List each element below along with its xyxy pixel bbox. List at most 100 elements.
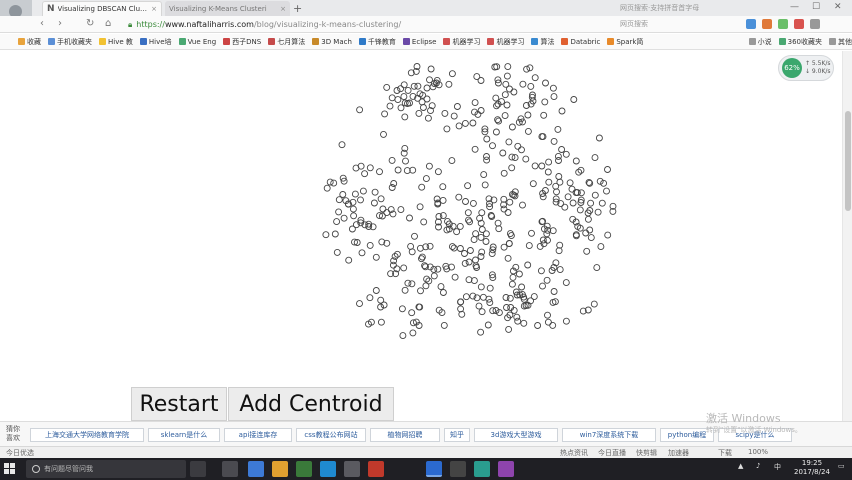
extension-icon[interactable] [762,19,772,29]
maximize-icon[interactable]: ☐ [812,2,820,12]
data-point [377,303,385,311]
status-item[interactable]: 下载 [718,448,732,458]
menu-icon[interactable] [810,19,820,29]
data-point [480,171,488,179]
bookmark-item[interactable]: 西子DNS [223,37,261,47]
bookmark-item[interactable]: 手机收藏夹 [48,37,92,47]
status-left[interactable]: 今日优选 [6,448,34,458]
tab-close-icon[interactable]: × [280,5,286,13]
data-point [390,180,398,187]
back-icon[interactable]: ‹ [40,18,44,29]
suggestion-link[interactable]: win7深度系统下载 [562,428,656,442]
data-point [508,280,516,288]
bookmark-item[interactable]: 机器学习 [487,37,524,47]
activate-windows-hint: 转到"设置"以激活 Windows。 [706,426,802,434]
app-icon[interactable] [450,461,466,477]
bookmark-item[interactable]: 机器学习 [443,37,480,47]
new-tab-button[interactable]: + [293,2,302,15]
data-point [397,206,405,214]
data-point [562,317,570,325]
status-item[interactable]: 热点资讯 [560,448,588,458]
speed-widget[interactable]: 62% ↑ 5.5K/s ↓ 9.0K/s [778,55,834,81]
bookmark-item[interactable]: 七月算法 [268,37,305,47]
windows-start-icon[interactable] [4,463,16,475]
tab-close-icon[interactable]: × [151,5,157,13]
search-box-hint[interactable]: 网页搜索 [620,19,648,29]
home-icon[interactable]: ⌂ [105,18,111,29]
url-field[interactable]: 🔒︎ https://www.naftaliharris.com/blog/vi… [128,18,608,31]
suggestion-link[interactable]: sklearn是什么 [148,428,220,442]
status-item[interactable]: 加速器 [668,448,689,458]
data-point [372,253,380,261]
extension-icon[interactable] [778,19,788,29]
tray-network-icon[interactable]: ▲ [738,462,743,470]
data-point [478,248,486,256]
data-point [486,284,494,292]
suggestion-link[interactable]: 上海交通大学网络教育学院 [30,428,144,442]
forward-icon[interactable]: › [58,18,62,29]
taskbar-clock[interactable]: 19:25 2017/8/24 [794,459,830,477]
suggestion-link[interactable]: api接连库存 [224,428,292,442]
bookmark-label: Hive 教 [108,37,133,46]
bookmark-icon [268,38,276,45]
suggestion-link[interactable]: 知乎 [444,428,470,442]
pycharm-icon[interactable] [474,461,490,477]
tray-volume-icon[interactable]: ♪ [756,462,760,470]
bookmark-item[interactable]: 3D Mach [312,38,352,46]
tray-lang[interactable]: 中 [774,462,781,472]
data-point [576,206,584,214]
reload-icon[interactable]: ↻ [86,18,94,29]
browser-360-icon[interactable] [320,461,336,477]
browser-active-icon[interactable] [426,461,442,477]
bookmark-item[interactable]: Spark简 [607,37,643,47]
restart-button[interactable]: Restart [131,387,227,421]
scrollbar-thumb[interactable] [845,111,851,211]
close-window-icon[interactable]: ✕ [834,2,842,12]
store-icon[interactable] [296,461,312,477]
bookmark-item[interactable]: Vue Eng [178,38,216,46]
bookmark-label: 手机收藏夹 [57,37,92,46]
bookmark-item[interactable]: 算法 [531,37,554,47]
status-item[interactable]: 100% [748,448,768,456]
status-item[interactable]: 快剪辑 [636,448,657,458]
bookmark-item[interactable]: Hive 教 [99,37,133,47]
suggestion-link[interactable]: 植物网招聘 [370,428,440,442]
tab-dbscan[interactable]: N Visualizing DBSCAN Clusteri × [42,1,162,16]
bookmark-item[interactable]: 千锋教育 [358,37,396,47]
clock-date: 2017/8/24 [794,468,830,476]
data-point [504,63,512,71]
edge-icon[interactable] [248,461,264,477]
bookmark-label: 千锋教育 [367,37,396,46]
status-item[interactable]: 今日直播 [598,448,626,458]
mic-icon[interactable] [190,461,206,477]
bookmark-item[interactable]: 小说 [748,37,772,47]
suggestion-link[interactable]: 3d游戏大型游戏 [474,428,558,442]
bookmark-item[interactable]: Eclipse [402,38,436,46]
extension-icon[interactable] [746,19,756,29]
notification-icon[interactable]: ▭ [838,462,845,470]
taskbar-search[interactable]: 有问题尽管问我 [26,460,186,478]
data-point [558,146,566,153]
data-point [590,300,598,308]
bookmark-item[interactable]: 收藏 [18,37,41,47]
data-point [439,183,447,191]
bookmark-item[interactable]: 360收藏夹 [778,37,822,47]
add-centroid-button[interactable]: Add Centroid [228,387,394,421]
data-point [400,93,408,101]
data-point [522,155,530,163]
bookmark-item[interactable]: Databric [561,38,600,46]
task-view-icon[interactable] [222,461,238,477]
app-icon[interactable] [368,461,384,477]
extension-icon[interactable] [794,19,804,29]
bookmark-item[interactable]: Hive培 [139,37,172,47]
data-point [518,283,526,291]
tab-kmeans[interactable]: Visualizing K-Means Clusteri × [165,1,290,16]
kmeans-canvas[interactable] [0,51,842,421]
suggestion-link[interactable]: css教程公布网站 [296,428,366,442]
page-scrollbar[interactable] [842,51,852,421]
minimize-icon[interactable]: — [790,2,799,12]
file-explorer-icon[interactable] [272,461,288,477]
bookmark-item[interactable]: 其他 [829,37,852,47]
app-icon[interactable] [344,461,360,477]
app-icon[interactable] [498,461,514,477]
